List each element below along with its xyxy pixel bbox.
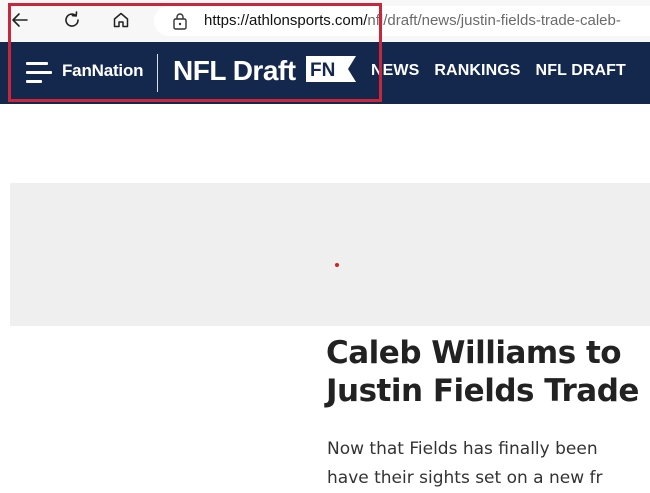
url-path: nfl/draft/news/justin-fields-trade-caleb… xyxy=(367,12,621,29)
fn-logo-text: FN xyxy=(310,60,335,81)
fn-logo-icon[interactable]: FN xyxy=(306,56,356,82)
brand-divider xyxy=(157,54,158,92)
url-host: https://athlonsports.com/ xyxy=(204,12,368,29)
home-icon xyxy=(113,12,129,28)
back-button[interactable] xyxy=(6,6,34,34)
dek-line: have their sights set on a new fr xyxy=(327,468,603,488)
ad-placeholder xyxy=(10,183,650,326)
nav-item-news[interactable]: NEWS xyxy=(371,62,419,80)
reload-button[interactable] xyxy=(58,6,86,34)
loading-dot xyxy=(335,263,339,267)
site-header: FanNation NFL Draft FN NEWS RANKINGS NFL… xyxy=(0,42,650,104)
brand-logo[interactable]: FanNation xyxy=(62,61,144,81)
headline-line: Justin Fields Trade xyxy=(326,373,639,409)
article-dek: Now that Fields has finally been have th… xyxy=(327,435,650,493)
nav-item-rankings[interactable]: RANKINGS xyxy=(434,62,520,80)
url-text: https://athlonsports.com/nfl/draft/news/… xyxy=(204,12,621,30)
lock-icon[interactable] xyxy=(172,12,188,30)
section-title[interactable]: NFL Draft xyxy=(173,55,296,87)
address-bar[interactable]: https://athlonsports.com/nfl/draft/news/… xyxy=(154,6,650,36)
browser-toolbar: https://athlonsports.com/nfl/draft/news/… xyxy=(0,0,650,42)
reload-icon xyxy=(65,11,79,27)
nav-item-nfl-draft[interactable]: NFL DRAFT xyxy=(536,62,626,80)
main-nav: NEWS RANKINGS NFL DRAFT xyxy=(371,62,626,80)
headline-line: Caleb Williams to xyxy=(326,335,622,371)
menu-icon[interactable] xyxy=(26,62,52,84)
arrow-left-icon xyxy=(12,13,28,27)
article-headline: Caleb Williams to Justin Fields Trade xyxy=(326,334,650,410)
home-button[interactable] xyxy=(107,6,135,34)
dek-line: Now that Fields has finally been xyxy=(327,439,598,459)
